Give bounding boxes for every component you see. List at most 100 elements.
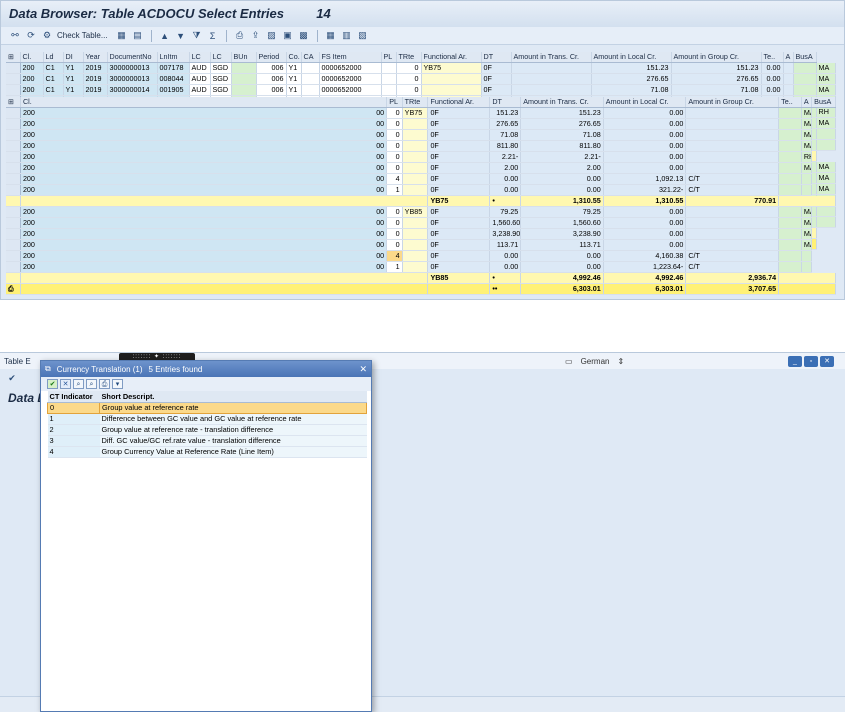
col-header[interactable]: Year (83, 52, 108, 63)
refresh-icon[interactable]: ⟳ (25, 30, 37, 42)
col-header[interactable]: TRte (396, 52, 422, 63)
filter-icon[interactable]: ⧩ (191, 30, 203, 42)
list-item[interactable]: 4 Group Currency Value at Reference Rate … (47, 446, 367, 458)
col-header[interactable]: PL (381, 52, 397, 63)
col-header[interactable]: A (801, 97, 813, 108)
row-selector[interactable] (6, 73, 21, 85)
col-header[interactable]: DocumentNo (107, 52, 158, 63)
table-row[interactable]: 200 C1 Y1 2019 3000000013 007178 AUD SGD 006 Y1 00… (6, 62, 836, 74)
table-row[interactable]: 200 00 1 0F 0.00 0.00 1,223.64- C/T (6, 261, 836, 273)
table-row[interactable]: 2000000F71.0871.080.00MA (6, 129, 836, 141)
col-header[interactable]: Amount in Group Cr. (685, 97, 780, 108)
col-header[interactable]: Amount in Trans. Cr. (520, 97, 604, 108)
ok-icon[interactable]: ✔ (6, 372, 18, 384)
find-next-icon[interactable]: ⌕ (86, 379, 97, 389)
col-short-descript[interactable]: Short Descript. (99, 391, 367, 403)
row-selector[interactable] (6, 173, 21, 185)
sort-asc-icon[interactable]: ▲ (159, 30, 171, 42)
row-selector[interactable] (6, 129, 21, 141)
list-item[interactable]: 1 Difference between GC value and GC valu… (47, 413, 367, 425)
col-header[interactable]: CA (301, 52, 320, 63)
row-selector[interactable] (6, 217, 21, 229)
save-layout-icon[interactable]: ▩ (298, 30, 310, 42)
table-row[interactable]: 2000000F113.71113.710.00MA (6, 239, 836, 251)
maximize-icon[interactable]: ▫ (804, 356, 818, 367)
table-row[interactable]: 200 00 1 0F 0.00 0.00 321.22- C/T (6, 184, 836, 196)
row-selector[interactable] (6, 62, 21, 74)
settings-icon[interactable]: ⚙ (41, 30, 53, 42)
menu-table-entry[interactable]: Table E (4, 357, 31, 366)
graphic-icon[interactable]: ▨ (266, 30, 278, 42)
export-icon[interactable]: ⇪ (250, 30, 262, 42)
layout-icon[interactable]: ▣ (282, 30, 294, 42)
find-icon[interactable]: ⌕ (73, 379, 84, 389)
table-row[interactable]: 200 C1 Y1 2019 3000000013 008044 AUD SGD 006 Y1 00… (6, 73, 836, 85)
row-selector[interactable] (6, 118, 21, 130)
col-header[interactable]: Amount in Local Cr. (591, 52, 672, 63)
grid-icon[interactable]: ▦ (325, 30, 337, 42)
col-header[interactable]: LnItm (157, 52, 190, 63)
select-icon[interactable]: ▤ (132, 30, 144, 42)
col-header[interactable]: Co. (286, 52, 302, 63)
col-header[interactable]: LC (210, 52, 232, 63)
col-header[interactable]: FS Item (319, 52, 382, 63)
list-item[interactable]: 3 Diff. GC value/GC ref.rate value - tran… (47, 435, 367, 447)
col-header[interactable]: Functional Ar. (427, 97, 491, 108)
col-header[interactable]: DT (489, 97, 522, 108)
col-header[interactable]: BUn (231, 52, 257, 63)
table-row[interactable]: 200 C1 Y1 2019 3000000014 001905 AUD SGD 006 Y1 00… (6, 84, 836, 96)
row-selector[interactable] (6, 261, 21, 273)
row-selector[interactable] (6, 239, 21, 251)
list-item[interactable]: 2 Group value at reference rate - transla… (47, 424, 367, 436)
col-header[interactable]: PL (386, 97, 403, 108)
col-header[interactable]: Functional Ar. (421, 52, 482, 63)
table-row[interactable]: 2000000F1,560.601,560.600.00MA (6, 217, 836, 229)
table-row[interactable]: 2000000F2.21-2.21-0.00RH (6, 151, 836, 163)
col-header[interactable]: Te.. (761, 52, 784, 63)
col-header[interactable]: Ld (43, 52, 64, 63)
close-icon[interactable]: ✕ (359, 364, 367, 375)
col-header[interactable]: DT (481, 52, 512, 63)
glasses-icon[interactable]: ⚯ (9, 30, 21, 42)
col-header[interactable]: Amount in Trans. Cr. (511, 52, 592, 63)
row-selector[interactable] (6, 162, 21, 174)
row-selector[interactable] (6, 250, 21, 262)
more-icon[interactable]: ▾ (112, 379, 123, 389)
col-header[interactable]: TRte (402, 97, 429, 108)
row-selector[interactable] (6, 140, 21, 152)
close-window-icon[interactable]: ✕ (820, 356, 834, 367)
table-row[interactable]: 200 00 4 0F 0.00 0.00 1,092.13 C/T (6, 173, 836, 185)
columns-icon[interactable]: ▥ (341, 30, 353, 42)
col-header[interactable]: BusA (793, 52, 817, 63)
info-icon[interactable]: ▧ (357, 30, 369, 42)
detail-icon[interactable]: ▦ (116, 30, 128, 42)
col-header[interactable]: LC (189, 52, 211, 63)
sum-icon[interactable]: Σ (207, 30, 219, 42)
print-icon[interactable]: ⎙ (99, 379, 110, 389)
table-row[interactable]: 2000000F276.65276.650.00MA (6, 118, 836, 130)
table-row[interactable]: 200 00 4 0F 0.00 0.00 4,160.38 C/T (6, 250, 836, 262)
col-header[interactable]: Amount in Group Cr. (671, 52, 762, 63)
table-row[interactable]: 2000000F811.80811.800.00MA (6, 140, 836, 152)
table-row[interactable]: 2000000F3,238.903,238.900.00MA (6, 228, 836, 240)
row-selector[interactable] (6, 84, 21, 96)
table-row[interactable]: 2000000F2.002.000.00MA (6, 162, 836, 174)
language-selector[interactable]: ▭ German ⇕ (565, 357, 624, 366)
row-selector[interactable] (6, 184, 21, 196)
list-item[interactable]: 0 Group value at reference rate (47, 402, 367, 414)
col-header[interactable]: DI (63, 52, 84, 63)
check-table-button[interactable]: Check Table... (57, 31, 108, 40)
row-selector[interactable] (6, 151, 21, 163)
select-all-icon[interactable]: ⊞ (6, 97, 21, 108)
col-header[interactable]: Period (256, 52, 287, 63)
print-icon[interactable]: ⎙ (234, 30, 246, 42)
table-row[interactable]: 200000YB850F79.2579.250.00MA (6, 206, 836, 218)
col-ct-indicator[interactable]: CT Indicator (47, 391, 100, 403)
row-selector[interactable] (6, 107, 21, 119)
cancel-icon[interactable]: ✕ (60, 379, 71, 389)
table-row[interactable]: 200000YB750F151.23151.230.00MA (6, 107, 836, 119)
col-header[interactable]: Cl. (20, 97, 388, 108)
row-selector[interactable] (6, 228, 21, 240)
col-header[interactable]: Te.. (778, 97, 802, 108)
col-header[interactable]: Cl. (20, 52, 44, 63)
